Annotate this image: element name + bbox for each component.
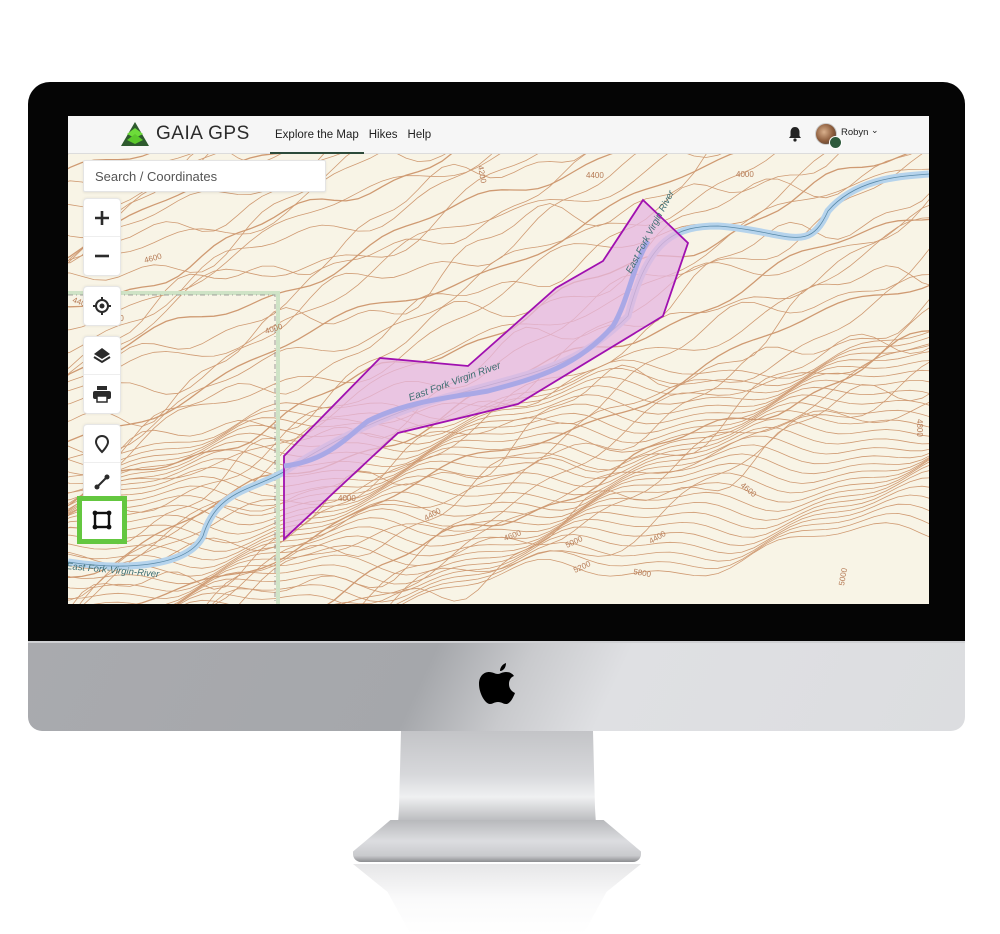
route-icon — [94, 474, 110, 490]
nav-hikes[interactable]: Hikes — [364, 116, 403, 154]
zoom-in-button[interactable] — [84, 199, 120, 237]
layers-button[interactable] — [84, 337, 120, 375]
locate-button[interactable] — [84, 287, 120, 325]
app-screen: East Fork Virgin River East Fork Virgin … — [68, 116, 929, 604]
layers-icon — [93, 347, 111, 363]
polygon-icon — [92, 510, 112, 530]
svg-text:4400: 4400 — [586, 171, 604, 180]
nav-help[interactable]: Help — [403, 116, 437, 154]
printer-icon — [93, 386, 111, 403]
svg-text:4000: 4000 — [736, 170, 754, 179]
apple-logo-icon — [479, 663, 515, 704]
draw-area-button[interactable] — [77, 496, 127, 544]
gaia-mountain-icon — [121, 122, 149, 146]
bell-icon[interactable] — [788, 126, 802, 142]
zoom-out-button[interactable] — [84, 237, 120, 275]
print-button[interactable] — [84, 375, 120, 413]
locate-control — [83, 286, 121, 326]
brand-name: GAIA GPS — [156, 123, 250, 144]
search-input[interactable]: Search / Coordinates — [83, 160, 326, 192]
minus-icon — [95, 254, 109, 258]
monitor-stand-base — [353, 820, 641, 862]
top-navigation-bar: GAIA GPS Explore the Map Hikes Help Roby… — [68, 116, 929, 154]
plus-icon — [95, 210, 109, 225]
crosshair-icon — [93, 297, 111, 315]
chevron-down-icon[interactable]: ⌄ — [871, 125, 879, 136]
gaia-gps-logo[interactable]: GAIA GPS — [120, 120, 250, 148]
svg-text:4800: 4800 — [915, 419, 924, 437]
map-tools — [83, 336, 121, 414]
map-pin-icon — [94, 434, 110, 453]
nav-explore-the-map[interactable]: Explore the Map — [270, 116, 364, 154]
svg-text:4000: 4000 — [338, 494, 356, 503]
main-nav: Explore the Map Hikes Help — [270, 116, 436, 154]
zoom-controls — [83, 198, 121, 276]
stand-reflection — [353, 864, 641, 934]
user-name[interactable]: Robyn — [841, 127, 868, 138]
draw-tools — [83, 424, 121, 502]
add-waypoint-button[interactable] — [84, 425, 120, 463]
